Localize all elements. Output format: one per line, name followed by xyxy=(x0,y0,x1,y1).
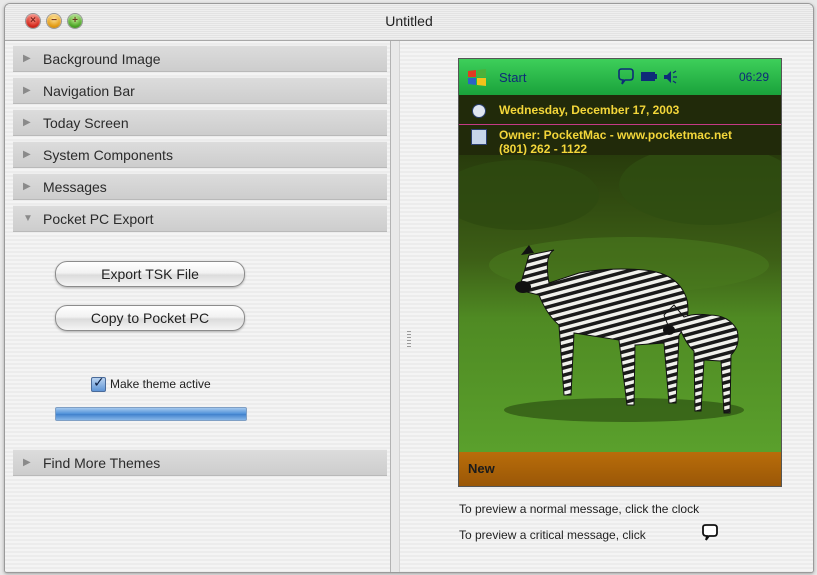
clock-display[interactable]: 06:29 xyxy=(739,70,769,84)
section-label: Messages xyxy=(43,179,107,195)
normal-message-hint: To preview a normal message, click the c… xyxy=(459,502,700,516)
section-navigation-bar[interactable]: ▶ Navigation Bar xyxy=(13,77,387,104)
copy-to-pocket-pc-button[interactable]: Copy to Pocket PC xyxy=(55,305,245,331)
make-theme-active-checkbox[interactable]: ✓ xyxy=(91,374,106,392)
pocket-pc-preview: Start 06:29 Wednesday, December 17, 2003… xyxy=(458,58,782,487)
background-zebra-image xyxy=(459,155,781,452)
splitter-grip-icon[interactable] xyxy=(407,331,411,349)
title-bar[interactable]: × − + Untitled xyxy=(5,4,813,41)
split-view-divider[interactable] xyxy=(390,41,400,572)
start-label[interactable]: Start xyxy=(499,70,526,85)
section-find-more-themes[interactable]: ▶ Find More Themes xyxy=(13,449,387,476)
navigation-bar-preview[interactable]: Start 06:29 xyxy=(459,59,781,95)
export-tsk-button[interactable]: Export TSK File xyxy=(55,261,245,287)
critical-message-bubble-icon[interactable] xyxy=(700,523,720,543)
new-menu-label[interactable]: New xyxy=(468,461,495,476)
disclosure-triangle-icon: ▶ xyxy=(23,53,31,64)
menu-bar-preview: New xyxy=(459,452,781,486)
owner-card-icon xyxy=(471,129,487,145)
clock-icon xyxy=(472,104,486,118)
section-background-image[interactable]: ▶ Background Image xyxy=(13,45,387,72)
battery-icon xyxy=(641,72,657,81)
today-screen-preview: Wednesday, December 17, 2003 Owner: Pock… xyxy=(459,95,781,156)
date-line: Wednesday, December 17, 2003 xyxy=(499,103,680,117)
message-bubble-icon xyxy=(618,68,634,85)
speaker-icon xyxy=(664,70,677,84)
section-label: Find More Themes xyxy=(43,455,161,471)
disclosure-triangle-expanded-icon: ▼ xyxy=(23,213,33,224)
section-pocket-pc-export[interactable]: ▼ Pocket PC Export xyxy=(13,205,387,232)
settings-pane: ▶ Background Image ▶ Navigation Bar ▶ To… xyxy=(13,45,387,568)
windows-flag-icon[interactable] xyxy=(467,67,487,87)
app-window: × − + Untitled ▶ Background Image ▶ Navi… xyxy=(4,3,814,573)
section-today-screen[interactable]: ▶ Today Screen xyxy=(13,109,387,136)
section-label: Background Image xyxy=(43,51,161,67)
disclosure-triangle-icon: ▶ xyxy=(23,181,31,192)
disclosure-triangle-icon: ▶ xyxy=(23,149,31,160)
disclosure-triangle-icon: ▶ xyxy=(23,457,31,468)
section-label: System Components xyxy=(43,147,173,163)
disclosure-triangle-icon: ▶ xyxy=(23,117,31,128)
owner-line: Owner: PocketMac - www.pocketmac.net xyxy=(499,128,732,142)
make-theme-active-label: Make theme active xyxy=(110,377,211,391)
export-progress-bar xyxy=(55,407,247,421)
section-label: Navigation Bar xyxy=(43,83,135,99)
section-label: Pocket PC Export xyxy=(43,211,154,227)
section-label: Today Screen xyxy=(43,115,129,131)
section-messages[interactable]: ▶ Messages xyxy=(13,173,387,200)
status-tray xyxy=(618,68,677,85)
checkmark-icon: ✓ xyxy=(93,374,105,390)
owner-phone: (801) 262 - 1122 xyxy=(499,142,588,156)
window-content: ▶ Background Image ▶ Navigation Bar ▶ To… xyxy=(5,41,813,572)
critical-message-hint: To preview a critical message, click xyxy=(459,528,646,542)
disclosure-triangle-icon: ▶ xyxy=(23,85,31,96)
section-system-components[interactable]: ▶ System Components xyxy=(13,141,387,168)
today-divider xyxy=(459,124,781,125)
window-title: Untitled xyxy=(385,13,433,29)
